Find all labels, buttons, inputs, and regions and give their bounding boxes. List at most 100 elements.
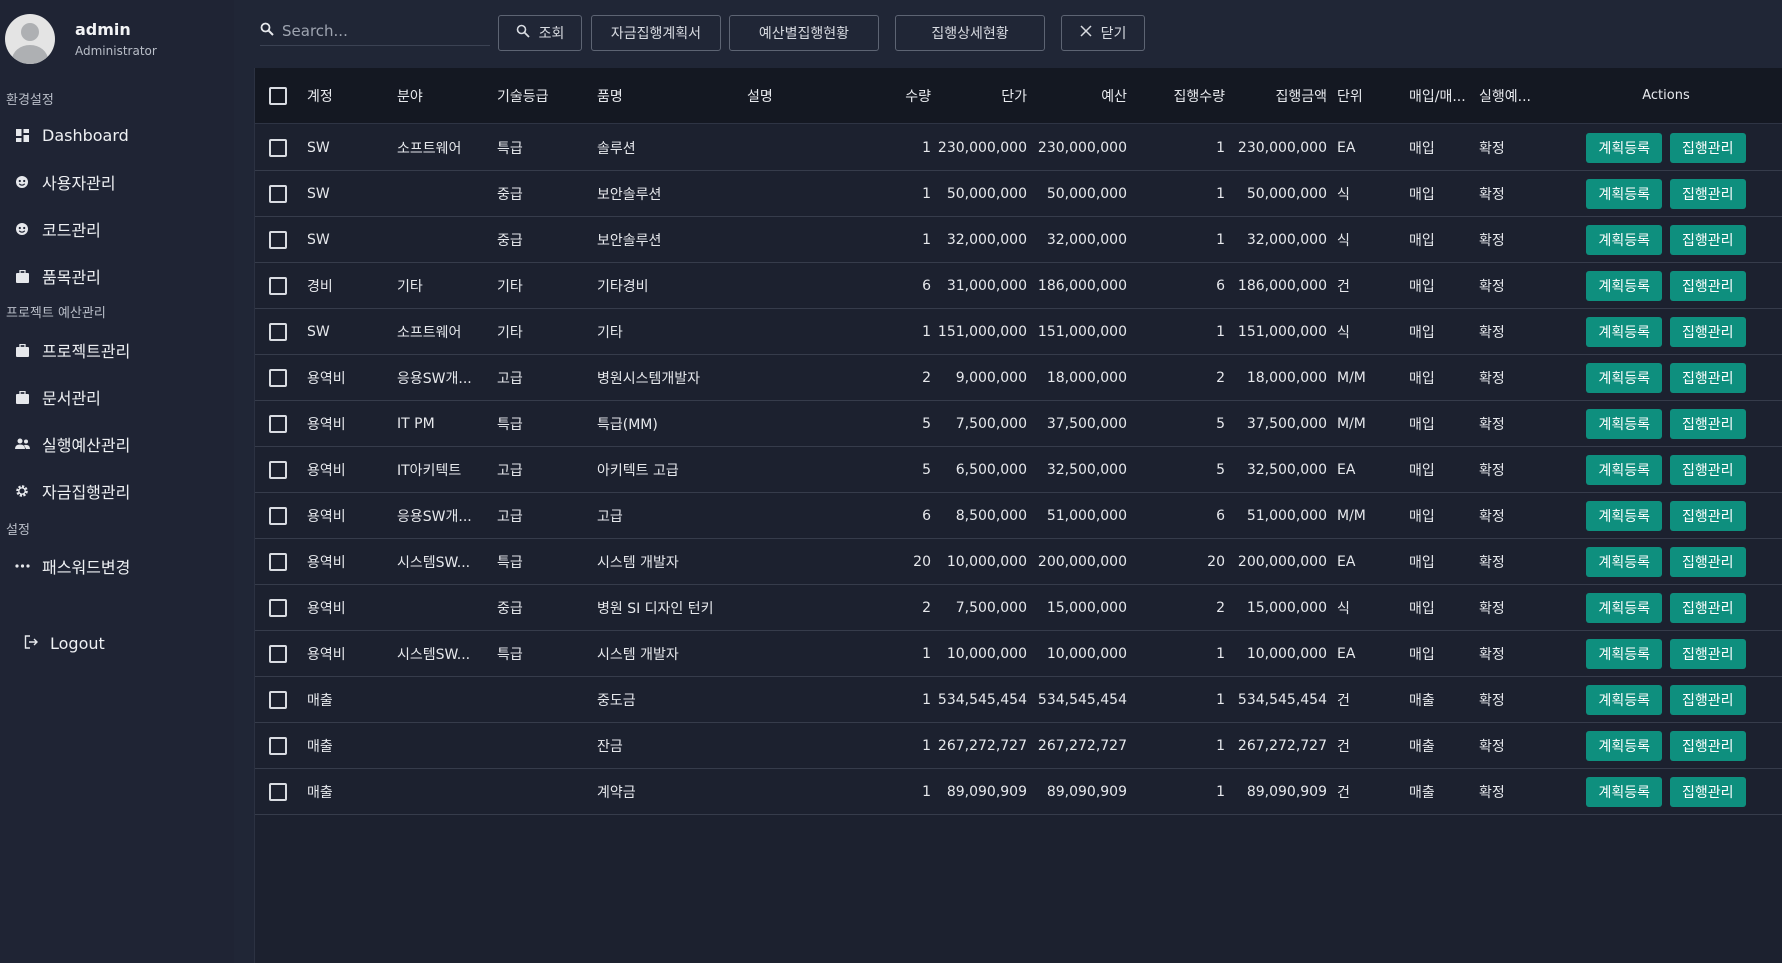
cell-exec-status: 확정 xyxy=(1479,738,1505,755)
plan-register-button[interactable]: 계획등록 xyxy=(1586,362,1662,393)
sidebar-item-execution-budget[interactable]: 실행예산관리 xyxy=(14,428,224,460)
cell-tech-grade: 기타 xyxy=(497,278,523,295)
table-row[interactable]: SW 소프트웨어 특급 솔루션 1 230,000,000 230,000,000 1 230,… xyxy=(255,125,1782,171)
row-checkbox[interactable] xyxy=(269,276,287,295)
briefcase-icon xyxy=(14,268,30,284)
plan-register-button[interactable]: 계획등록 xyxy=(1586,454,1662,485)
plan-register-button[interactable]: 계획등록 xyxy=(1586,500,1662,531)
column-header-unit: 단위 xyxy=(1337,88,1363,105)
plan-register-button[interactable]: 계획등록 xyxy=(1586,270,1662,301)
query-button[interactable]: 조회 xyxy=(498,15,582,51)
table-row[interactable]: SW 중급 보안솔루션 1 32,000,000 32,000,000 1 32,000,00… xyxy=(255,217,1782,263)
row-checkbox[interactable] xyxy=(269,644,287,663)
plan-register-button[interactable]: 계획등록 xyxy=(1586,592,1662,623)
plan-register-button[interactable]: 계획등록 xyxy=(1586,730,1662,761)
execution-manage-button[interactable]: 집행관리 xyxy=(1670,592,1746,623)
cell-item-name: 기타 xyxy=(597,324,623,341)
table-row[interactable]: 용역비 응용SW개... 고급 병원시스템개발자 2 9,000,000 18,000,00… xyxy=(255,355,1782,401)
close-button[interactable]: 닫기 xyxy=(1061,15,1145,51)
plan-register-button[interactable]: 계획등록 xyxy=(1586,316,1662,347)
row-checkbox[interactable] xyxy=(269,598,287,617)
sidebar-item-dashboard[interactable]: Dashboard xyxy=(14,119,224,151)
execution-manage-button[interactable]: 집행관리 xyxy=(1670,408,1746,439)
cell-purchase-sales: 매입 xyxy=(1409,324,1435,341)
plan-register-button[interactable]: 계획등록 xyxy=(1586,224,1662,255)
cell-tech-grade: 특급 xyxy=(497,416,523,433)
row-checkbox[interactable] xyxy=(269,690,287,709)
sidebar-item-password[interactable]: 패스워드변경 xyxy=(14,550,224,582)
column-header-account: 계정 xyxy=(307,88,333,105)
plan-register-button[interactable]: 계획등록 xyxy=(1586,132,1662,163)
search-input[interactable] xyxy=(282,21,482,40)
row-checkbox[interactable] xyxy=(269,460,287,479)
cell-description xyxy=(747,355,847,400)
cell-budget: 89,090,909 xyxy=(1046,783,1127,800)
cell-budget: 186,000,000 xyxy=(1037,277,1127,294)
row-checkbox[interactable] xyxy=(269,782,287,801)
table-row[interactable]: 매출 계약금 1 89,090,909 89,090,909 1 89,090,909 건 매출… xyxy=(255,769,1782,815)
cell-description xyxy=(747,769,847,814)
execution-manage-button[interactable]: 집행관리 xyxy=(1670,684,1746,715)
plan-register-button[interactable]: 계획등록 xyxy=(1586,776,1662,807)
row-checkbox[interactable] xyxy=(269,506,287,525)
cell-field: 응용SW개... xyxy=(397,370,472,387)
execution-manage-button[interactable]: 집행관리 xyxy=(1670,454,1746,485)
table-row[interactable]: 용역비 IT PM 특급 특급(MM) 5 7,500,000 37,500,000 5 37,… xyxy=(255,401,1782,447)
table-row[interactable]: SW 소프트웨어 기타 기타 1 151,000,000 151,000,000 1 151,0… xyxy=(255,309,1782,355)
table-row[interactable]: 매출 중도금 1 534,545,454 534,545,454 1 534,545,454… xyxy=(255,677,1782,723)
logout-button[interactable]: Logout xyxy=(24,628,105,658)
cell-purchase-sales: 매입 xyxy=(1409,186,1435,203)
sidebar-item-documents[interactable]: 문서관리 xyxy=(14,381,224,413)
execution-manage-button[interactable]: 집행관리 xyxy=(1670,224,1746,255)
table-row[interactable]: 용역비 IT아키텍트 고급 아키텍트 고급 5 6,500,000 32,500,000 5 3… xyxy=(255,447,1782,493)
sidebar-item-fund-execution[interactable]: 자금집행관리 xyxy=(14,475,224,507)
row-checkbox[interactable] xyxy=(269,414,287,433)
select-all-checkbox[interactable] xyxy=(269,86,287,105)
fund-plan-button[interactable]: 자금집행계획서 xyxy=(591,15,721,51)
cell-tech-grade xyxy=(497,677,577,722)
execution-manage-button[interactable]: 집행관리 xyxy=(1670,776,1746,807)
table-row[interactable]: SW 중급 보안솔루션 1 50,000,000 50,000,000 1 50,000,00… xyxy=(255,171,1782,217)
cell-item-name: 계약금 xyxy=(597,784,636,801)
execution-manage-button[interactable]: 집행관리 xyxy=(1670,132,1746,163)
row-checkbox[interactable] xyxy=(269,368,287,387)
execution-manage-button[interactable]: 집행관리 xyxy=(1670,500,1746,531)
sidebar-item-projects[interactable]: 프로젝트관리 xyxy=(14,334,224,366)
table-row[interactable]: 매출 잔금 1 267,272,727 267,272,727 1 267,272,727 건… xyxy=(255,723,1782,769)
sidebar-item-users[interactable]: 사용자관리 xyxy=(14,166,224,198)
row-checkbox[interactable] xyxy=(269,552,287,571)
execution-detail-button[interactable]: 집행상세현황 xyxy=(895,15,1045,51)
table-row[interactable]: 용역비 응용SW개... 고급 고급 6 8,500,000 51,000,000 6 51,0… xyxy=(255,493,1782,539)
cell-unit: 식 xyxy=(1337,600,1350,617)
execution-manage-button[interactable]: 집행관리 xyxy=(1670,638,1746,669)
row-checkbox[interactable] xyxy=(269,138,287,157)
execution-manage-button[interactable]: 집행관리 xyxy=(1670,178,1746,209)
table-row[interactable]: 용역비 시스템SW... 특급 시스템 개발자 20 10,000,000 200,000,… xyxy=(255,539,1782,585)
plan-register-button[interactable]: 계획등록 xyxy=(1586,684,1662,715)
row-checkbox[interactable] xyxy=(269,230,287,249)
cell-description xyxy=(747,171,847,216)
row-checkbox[interactable] xyxy=(269,736,287,755)
plan-register-button[interactable]: 계획등록 xyxy=(1586,178,1662,209)
plan-register-button[interactable]: 계획등록 xyxy=(1586,638,1662,669)
execution-manage-button[interactable]: 집행관리 xyxy=(1670,730,1746,761)
table-row[interactable]: 경비 기타 기타 기타경비 6 31,000,000 186,000,000 6 186,000… xyxy=(255,263,1782,309)
execution-manage-button[interactable]: 집행관리 xyxy=(1670,270,1746,301)
plan-register-button[interactable]: 계획등록 xyxy=(1586,408,1662,439)
cell-exec-amount: 37,500,000 xyxy=(1246,415,1327,432)
execution-manage-button[interactable]: 집행관리 xyxy=(1670,546,1746,577)
row-checkbox[interactable] xyxy=(269,184,287,203)
cell-description xyxy=(747,585,847,630)
row-checkbox[interactable] xyxy=(269,322,287,341)
cell-quantity: 6 xyxy=(922,277,931,294)
sidebar-item-items[interactable]: 품목관리 xyxy=(14,260,224,292)
budget-status-button[interactable]: 예산별집행현황 xyxy=(729,15,879,51)
execution-manage-button[interactable]: 집행관리 xyxy=(1670,362,1746,393)
table-row[interactable]: 용역비 중급 병원 SI 디자인 턴키 2 7,500,000 15,000,000 2 15… xyxy=(255,585,1782,631)
sidebar-item-codes[interactable]: 코드관리 xyxy=(14,213,224,245)
execution-manage-button[interactable]: 집행관리 xyxy=(1670,316,1746,347)
row-select-cell xyxy=(267,355,289,400)
row-select-cell xyxy=(267,125,289,170)
plan-register-button[interactable]: 계획등록 xyxy=(1586,546,1662,577)
table-row[interactable]: 용역비 시스템SW... 특급 시스템 개발자 1 10,000,000 10,000,00… xyxy=(255,631,1782,677)
